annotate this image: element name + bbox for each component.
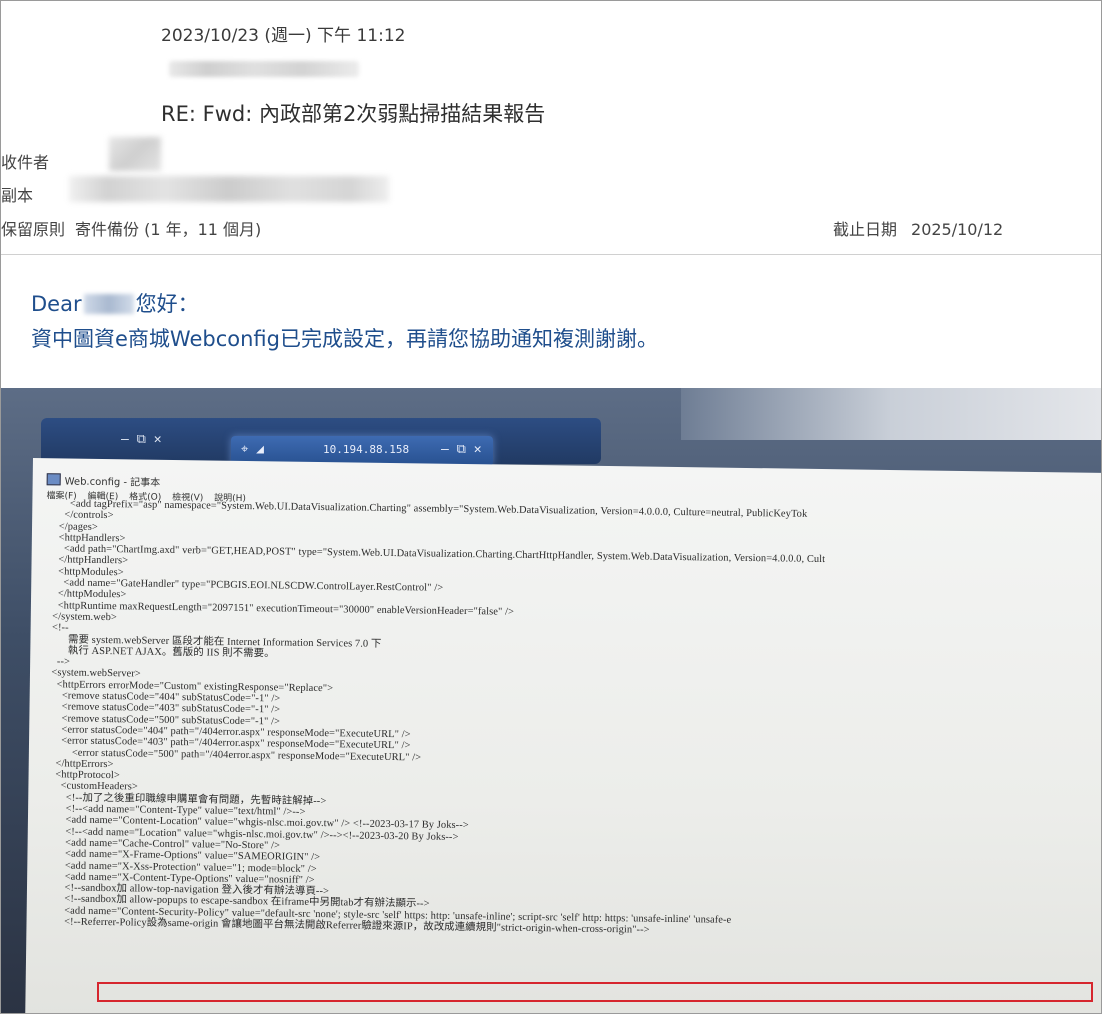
code-line: <customHeaders> — [44, 780, 138, 793]
code-line: <!-- — [46, 622, 69, 634]
code-line: </httpHandlers> — [47, 554, 129, 567]
message-body: 資中圖資e商城Webconfig已完成設定，再請您協助通知複測謝謝。 — [31, 327, 658, 351]
retention-label: 保留原則 — [1, 220, 66, 239]
csp-highlight-box — [97, 982, 1093, 1002]
recipient-name-redacted — [83, 294, 134, 314]
code-line: </system.web> — [46, 611, 117, 624]
deadline: 截止日期 2025/10/12 — [833, 216, 1003, 240]
code-line: </httpModules> — [47, 588, 127, 601]
email-date: 2023/10/23 (週一) 下午 11:12 — [161, 26, 406, 46]
retention-value: 寄件備份 (1 年，11 個月) — [75, 220, 262, 239]
code-line: <httpRuntime maxRequestLength="2097151" … — [46, 599, 515, 618]
greeting-prefix: Dear — [31, 292, 82, 316]
code-line: </controls> — [48, 509, 114, 522]
background-wall — [681, 388, 1101, 440]
to-recipient-redacted[interactable] — [109, 137, 161, 171]
embedded-screenshot-photo: – ⧉ ✕ ⌖ ◢ 10.194.88.158 – ⧉ ✕ Web.config… — [1, 388, 1101, 1013]
pin-signal-icon: ⌖ ◢ — [241, 442, 264, 457]
deadline-label: 截止日期 — [833, 220, 898, 239]
header-divider — [1, 254, 1101, 255]
code-line: 執行 ASP.NET AJAX。舊版的 IIS 則不需要。 — [46, 645, 275, 660]
code-line: <system.webServer> — [45, 667, 141, 680]
notepad-title-text: Web.config - 記事本 — [64, 476, 161, 489]
remote-controls-icon: – ⧉ ✕ — [441, 442, 482, 457]
code-line: <httpModules> — [47, 565, 124, 579]
code-line: <httpProtocol> — [44, 769, 120, 782]
code-line: <add tagPrefix="asp" namespace="System.W… — [48, 498, 808, 520]
code-line: --> — [46, 656, 71, 668]
cc-label: 副本 — [1, 186, 34, 205]
notepad-screen: Web.config - 記事本 檔案(F) 編輯(E) 格式(O) 檢視(V)… — [25, 458, 1101, 1013]
deadline-value: 2025/10/12 — [911, 220, 1004, 239]
email-subject: RE: Fwd: 內政部第2次弱點掃描結果報告 — [161, 102, 546, 126]
notepad-title: Web.config - 記事本 — [46, 472, 161, 489]
greeting-suffix: 您好： — [135, 292, 199, 316]
webconfig-code: <add tagPrefix="asp" namespace="System.W… — [42, 498, 825, 938]
remote-ip: 10.194.88.158 — [323, 443, 410, 456]
code-line: </pages> — [47, 520, 98, 533]
greeting-line: Dear 您好： — [31, 288, 199, 318]
code-line: <httpHandlers> — [47, 532, 126, 545]
email-reading-pane: 2023/10/23 (週一) 下午 11:12 RE: Fwd: 內政部第2次… — [0, 0, 1102, 1014]
to-label: 收件者 — [1, 153, 50, 172]
notepad-icon — [46, 473, 61, 486]
retention-policy: 保留原則 寄件備份 (1 年，11 個月) — [1, 216, 261, 240]
sender-redacted — [169, 61, 359, 77]
code-line: </httpErrors> — [44, 758, 114, 770]
code-line: <add path="ChartImg.axd" verb="GET,HEAD,… — [47, 543, 826, 566]
cc-recipients-redacted[interactable] — [69, 176, 389, 202]
window-controls-icon: – ⧉ ✕ — [121, 432, 162, 447]
